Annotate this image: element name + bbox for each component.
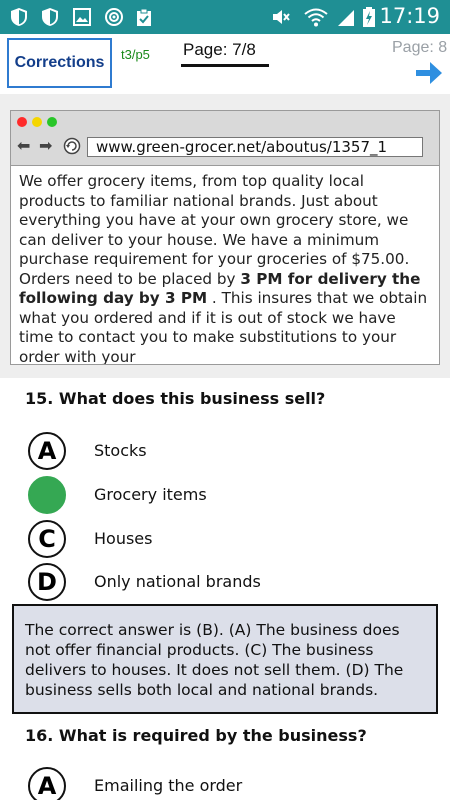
forward-arrow-icon: ➡ [39, 136, 53, 155]
page-indicator: Page: 7/8 [183, 40, 256, 59]
clipboard-icon [137, 8, 151, 26]
option-letter-circle[interactable]: D [28, 563, 66, 601]
option-label[interactable]: Grocery items [94, 485, 207, 504]
question-title: 16. What is required by the business? [25, 726, 367, 745]
status-bar: 17:19 [0, 0, 450, 34]
option-label[interactable]: Houses [94, 529, 152, 548]
wifi-icon [304, 8, 328, 27]
browser-chrome: ⬅ ➡ www.green-grocer.net/aboutus/1357_1 [11, 111, 439, 166]
corrections-button[interactable]: Corrections [7, 38, 112, 88]
mute-icon [273, 10, 290, 24]
option-label[interactable]: Stocks [94, 441, 147, 460]
arrow-right-icon[interactable] [414, 59, 444, 87]
clock: 17:19 [379, 4, 440, 28]
close-dot-icon [17, 117, 27, 127]
minimize-dot-icon [32, 117, 42, 127]
question-title: 15. What does this business sell? [25, 389, 326, 408]
sync-icon [105, 8, 123, 26]
option-letter-circle[interactable]: A [28, 432, 66, 470]
refresh-icon [63, 137, 81, 155]
answer-explanation: The correct answer is (B). (A) The busin… [12, 604, 438, 714]
shield-icon [11, 8, 27, 26]
signal-icon [338, 10, 354, 26]
toolbar: Corrections t3/p5 Page: 7/8 Page: 8 [0, 34, 450, 94]
option-label[interactable]: Emailing the order [94, 776, 242, 795]
page-indicator-underline [181, 64, 269, 67]
url-bar: www.green-grocer.net/aboutus/1357_1 [87, 137, 423, 157]
answer-option-a[interactable]: A Emailing the order [28, 767, 428, 800]
passage-text: We offer grocery items, from top quality… [11, 166, 439, 364]
option-selected-circle[interactable] [28, 476, 66, 514]
option-letter-circle[interactable]: C [28, 520, 66, 558]
answer-option-b[interactable]: Grocery items [28, 476, 428, 514]
shield-icon [42, 8, 58, 26]
back-arrow-icon: ⬅ [17, 136, 31, 155]
answer-option-c[interactable]: C Houses [28, 520, 428, 558]
answer-option-d[interactable]: D Only national brands [28, 563, 428, 601]
passage-browser-window: ⬅ ➡ www.green-grocer.net/aboutus/1357_1 … [10, 110, 440, 365]
next-page-label[interactable]: Page: 8 [392, 39, 447, 57]
maximize-dot-icon [47, 117, 57, 127]
option-label[interactable]: Only national brands [94, 572, 261, 591]
option-letter-circle[interactable]: A [28, 767, 66, 800]
battery-charging-icon [363, 7, 375, 27]
section-label: t3/p5 [121, 47, 150, 62]
image-icon [73, 8, 91, 26]
answer-option-a[interactable]: A Stocks [28, 432, 428, 470]
